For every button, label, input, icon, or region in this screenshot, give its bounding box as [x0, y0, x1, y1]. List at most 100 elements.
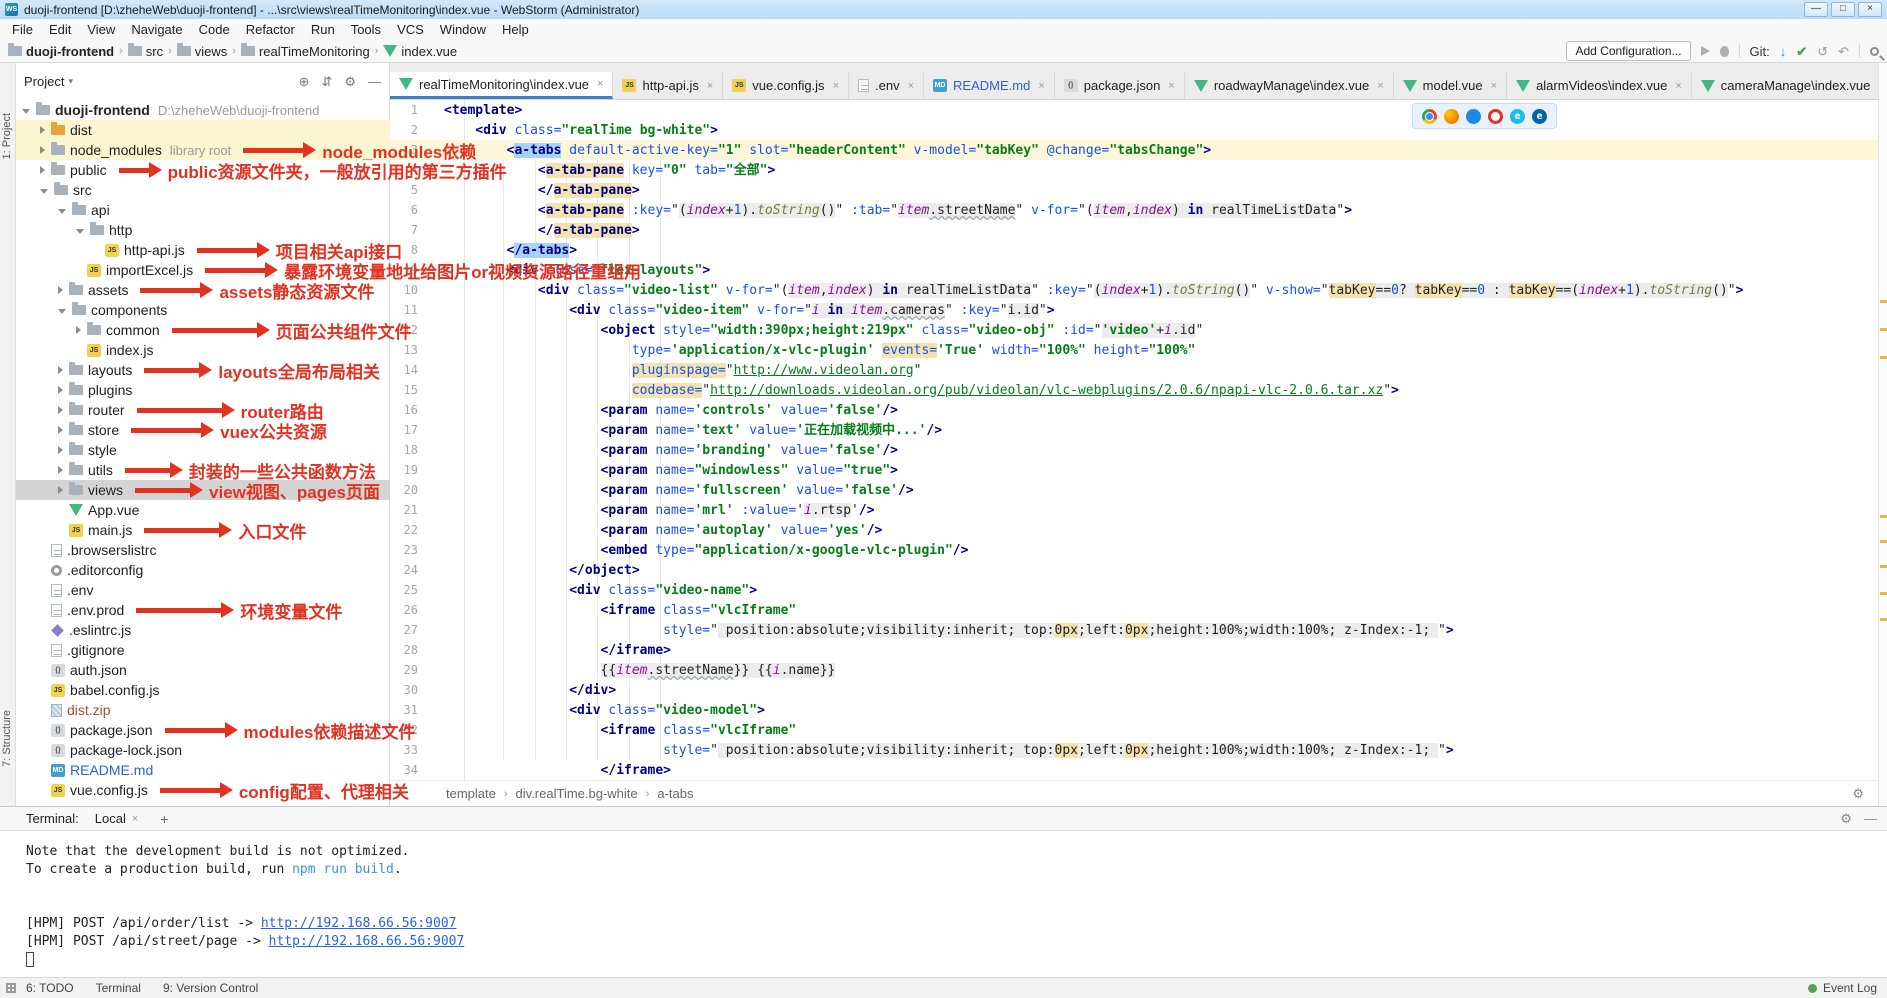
maximize-button[interactable]: □ — [1831, 2, 1855, 17]
tree-item-.gitignore[interactable]: .gitignore — [16, 640, 390, 660]
breadcrumb-item-duoji-frontend[interactable]: duoji-frontend — [8, 44, 114, 59]
annotation: 入口文件 — [144, 518, 306, 543]
menu-run[interactable]: Run — [303, 20, 343, 39]
menu-vcs[interactable]: VCS — [389, 20, 432, 39]
locate-file-icon[interactable]: ⊕ — [299, 74, 310, 90]
breadcrumb-item-src[interactable]: src — [128, 44, 163, 59]
breadcrumb-settings-gear-icon[interactable]: ⚙ — [1852, 786, 1864, 802]
project-view-selector[interactable]: Project▾ — [24, 74, 73, 89]
close-icon[interactable]: × — [597, 78, 603, 90]
tree-item-auth.json[interactable]: {}auth.json — [16, 660, 390, 680]
edge-browser-icon[interactable]: e — [1532, 109, 1547, 124]
tool-window-project[interactable]: 1: Project — [1, 113, 13, 159]
collapse-all-icon[interactable]: ⇵ — [321, 74, 332, 90]
close-icon[interactable]: × — [132, 813, 138, 825]
menu-help[interactable]: Help — [494, 20, 537, 39]
statusbar--todo[interactable]: 6: TODO — [26, 981, 74, 995]
tree-item-views[interactable]: viewsview视图、pages页面 — [16, 480, 390, 500]
menu-view[interactable]: View — [79, 20, 123, 39]
breadcrumb-item-views[interactable]: views — [177, 44, 228, 59]
editor-breadcrumb-item[interactable]: template — [446, 786, 496, 801]
tab-.env[interactable]: .env× — [849, 72, 924, 99]
tree-item-api[interactable]: api — [16, 200, 390, 220]
menu-tools[interactable]: Tools — [343, 20, 389, 39]
statusbar--version-control[interactable]: 9: Version Control — [163, 981, 258, 995]
tree-item-store[interactable]: storevuex公共资源 — [16, 420, 390, 440]
terminal-settings-gear-icon[interactable]: ⚙ — [1840, 811, 1852, 827]
close-icon[interactable]: × — [1377, 80, 1383, 92]
git-rollback-icon[interactable]: ↶ — [1838, 45, 1849, 58]
breadcrumb-item-index.vue[interactable]: index.vue — [383, 44, 457, 59]
tree-item-.eslintrc.js[interactable]: .eslintrc.js — [16, 620, 390, 640]
opera-browser-icon[interactable] — [1488, 109, 1503, 124]
annotation-text: 页面公共组件文件 — [276, 318, 412, 343]
tree-item-common[interactable]: common页面公共组件文件 — [16, 320, 390, 340]
event-log-button[interactable]: Event Log — [1823, 981, 1877, 995]
tab-alarmVideos-index.vue[interactable]: alarmVideos\index.vue× — [1507, 72, 1692, 99]
tab-realTimeMonitoring-index.vue[interactable]: realTimeMonitoring\index.vue× — [390, 72, 613, 99]
close-icon[interactable]: × — [833, 80, 839, 92]
tree-item-src[interactable]: src — [16, 180, 390, 200]
editor-breadcrumb-item[interactable]: div.realTime.bg-white — [516, 786, 638, 801]
tab-http-api.js[interactable]: JShttp-api.js× — [613, 72, 723, 99]
tree-item-vue.config.js[interactable]: JSvue.config.jsconfig配置、代理相关 — [16, 780, 390, 800]
settings-gear-icon[interactable]: ⚙ — [344, 74, 356, 90]
tab-package.json[interactable]: {}package.json× — [1055, 72, 1185, 99]
menu-code[interactable]: Code — [191, 20, 238, 39]
ie-browser-icon[interactable]: e — [1510, 109, 1525, 124]
tree-item-main.js[interactable]: JSmain.js入口文件 — [16, 520, 390, 540]
add-configuration-button[interactable]: Add Configuration... — [1566, 41, 1690, 61]
close-icon[interactable]: × — [1038, 80, 1044, 92]
breadcrumb-item-realTimeMonitoring[interactable]: realTimeMonitoring — [241, 44, 370, 59]
tree-item-babel.config.js[interactable]: JSbabel.config.js — [16, 680, 390, 700]
minimize-button[interactable]: — — [1804, 2, 1828, 17]
chrome-browser-icon[interactable] — [1422, 109, 1437, 124]
close-icon[interactable]: × — [1168, 80, 1174, 92]
tab-roadwayManage-index.vue[interactable]: roadwayManage\index.vue× — [1185, 72, 1394, 99]
tab-vue.config.js[interactable]: JSvue.config.js× — [723, 72, 849, 99]
error-stripe[interactable] — [1878, 63, 1887, 806]
menu-refactor[interactable]: Refactor — [238, 20, 303, 39]
tree-item-public[interactable]: publicpublic资源文件夹，一般放引用的第三方插件 — [16, 160, 390, 180]
git-update-icon[interactable]: ↓ — [1780, 45, 1787, 58]
menu-edit[interactable]: Edit — [41, 20, 79, 39]
terminal-link[interactable]: http://192.168.66.56:9007 — [261, 916, 457, 931]
git-commit-icon[interactable]: ✔ — [1796, 45, 1807, 58]
terminal-tab-local[interactable]: Local× — [89, 809, 145, 828]
tree-item-duoji-frontend[interactable]: duoji-frontendD:\zheheWeb\duoji-frontend — [16, 100, 390, 120]
run-icon[interactable] — [1701, 46, 1710, 56]
terminal-link[interactable]: http://192.168.66.56:9007 — [269, 934, 465, 949]
git-history-icon[interactable]: ↺ — [1817, 45, 1828, 58]
tab-model.vue[interactable]: model.vue× — [1394, 72, 1507, 99]
close-icon[interactable]: × — [707, 80, 713, 92]
close-icon[interactable]: × — [1675, 80, 1681, 92]
tree-item-.editorconfig[interactable]: .editorconfig — [16, 560, 390, 580]
close-button[interactable]: × — [1858, 2, 1882, 17]
tree-item-package-lock.json[interactable]: {}package-lock.json — [16, 740, 390, 760]
tree-item-layouts[interactable]: layoutslayouts全局布局相关 — [16, 360, 390, 380]
tree-item-.env.prod[interactable]: .env.prod环境变量文件 — [16, 600, 390, 620]
tab-README.md[interactable]: MDREADME.md× — [924, 72, 1055, 99]
close-icon[interactable]: × — [1491, 80, 1497, 92]
tool-window-structure[interactable]: 7: Structure — [1, 710, 13, 767]
tab-cameraManage-index.vue[interactable]: cameraManage\index.vue× — [1692, 72, 1878, 99]
debug-icon[interactable] — [1720, 46, 1729, 57]
safari-browser-icon[interactable] — [1466, 109, 1481, 124]
terminal-hide-icon[interactable]: — — [1864, 811, 1877, 827]
new-terminal-icon[interactable]: + — [154, 811, 174, 827]
hide-panel-icon[interactable]: — — [368, 74, 381, 89]
editor-breadcrumb-item[interactable]: a-tabs — [657, 786, 693, 801]
code-editor[interactable]: ee 1<template>2 <div class="realTime bg-… — [390, 100, 1878, 780]
search-icon[interactable] — [1870, 47, 1879, 56]
close-icon[interactable]: × — [908, 80, 914, 92]
tree-item-package.json[interactable]: {}package.jsonmodules依赖描述文件 — [16, 720, 390, 740]
terminal-output[interactable]: Note that the development build is not o… — [0, 831, 1887, 969]
restore-layout-icon[interactable] — [6, 983, 16, 993]
menu-file[interactable]: File — [4, 20, 41, 39]
tree-item-assets[interactable]: assetsassets静态资源文件 — [16, 280, 390, 300]
menu-navigate[interactable]: Navigate — [123, 20, 190, 39]
firefox-browser-icon[interactable] — [1444, 109, 1459, 124]
tree-item-.browserslistrc[interactable]: .browserslistrc — [16, 540, 390, 560]
menu-window[interactable]: Window — [432, 20, 494, 39]
statusbar-terminal[interactable]: Terminal — [96, 981, 141, 995]
